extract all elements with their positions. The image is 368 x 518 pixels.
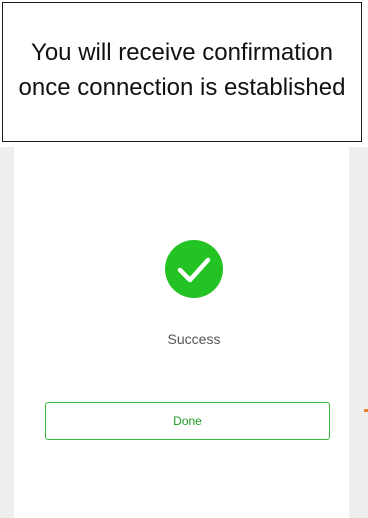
status-label: Success — [167, 331, 221, 347]
success-card: Success Done — [14, 147, 349, 518]
instruction-box: You will receive confirmation once conne… — [2, 2, 362, 142]
screen: You will receive confirmation once conne… — [0, 0, 368, 518]
done-button[interactable]: Done — [45, 402, 330, 440]
edge-marker — [364, 409, 368, 412]
check-circle-icon — [165, 240, 223, 298]
instruction-text: You will receive confirmation once conne… — [18, 39, 346, 101]
done-button-label: Done — [173, 414, 202, 428]
left-margin — [0, 147, 14, 518]
right-margin — [349, 147, 368, 518]
phone-screen: Success Done — [0, 147, 368, 518]
